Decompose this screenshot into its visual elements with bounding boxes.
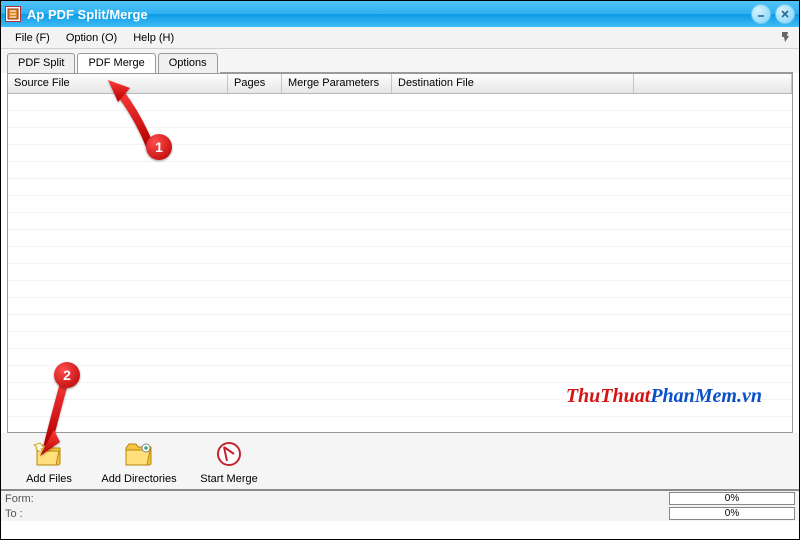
add-files-button[interactable]: Add Files bbox=[9, 437, 89, 487]
titlebar: Ap PDF Split/Merge bbox=[1, 1, 799, 27]
menu-help[interactable]: Help (H) bbox=[125, 29, 182, 47]
menu-file[interactable]: File (F) bbox=[7, 29, 58, 47]
col-source-file[interactable]: Source File bbox=[8, 74, 228, 93]
col-merge-params[interactable]: Merge Parameters bbox=[282, 74, 392, 93]
close-button[interactable] bbox=[775, 4, 795, 24]
minimize-button[interactable] bbox=[751, 4, 771, 24]
pin-icon[interactable] bbox=[779, 31, 793, 45]
tab-pdf-merge[interactable]: PDF Merge bbox=[77, 53, 155, 73]
progress-bar-2: 0% bbox=[669, 507, 795, 520]
start-merge-icon bbox=[212, 439, 246, 469]
col-spacer bbox=[634, 74, 792, 93]
col-dest-file[interactable]: Destination File bbox=[392, 74, 634, 93]
start-merge-button[interactable]: Start Merge bbox=[189, 437, 269, 487]
menubar: File (F) Option (O) Help (H) bbox=[1, 27, 799, 49]
status-to-label: To : bbox=[5, 508, 39, 520]
menu-option[interactable]: Option (O) bbox=[58, 29, 125, 47]
add-files-icon bbox=[32, 439, 66, 469]
start-merge-label: Start Merge bbox=[200, 473, 257, 485]
table-body[interactable] bbox=[8, 94, 792, 432]
toolbar: Add Files Add Directories Start Merge bbox=[1, 433, 799, 489]
add-directories-icon bbox=[122, 439, 156, 469]
add-directories-label: Add Directories bbox=[101, 473, 176, 485]
app-icon bbox=[5, 6, 21, 22]
col-pages[interactable]: Pages bbox=[228, 74, 282, 93]
progress-bar-1: 0% bbox=[669, 492, 795, 505]
column-headers: Source File Pages Merge Parameters Desti… bbox=[8, 74, 792, 94]
statusbar: Form: 0% To : 0% bbox=[1, 489, 799, 521]
tab-pdf-split[interactable]: PDF Split bbox=[7, 53, 75, 73]
tab-row: PDF Split PDF Merge Options bbox=[1, 49, 799, 73]
window-title: Ap PDF Split/Merge bbox=[27, 7, 747, 22]
tab-options[interactable]: Options bbox=[158, 53, 218, 73]
add-files-label: Add Files bbox=[26, 473, 72, 485]
add-directories-button[interactable]: Add Directories bbox=[99, 437, 179, 487]
status-form-label: Form: bbox=[5, 493, 39, 505]
file-table: Source File Pages Merge Parameters Desti… bbox=[7, 73, 793, 433]
